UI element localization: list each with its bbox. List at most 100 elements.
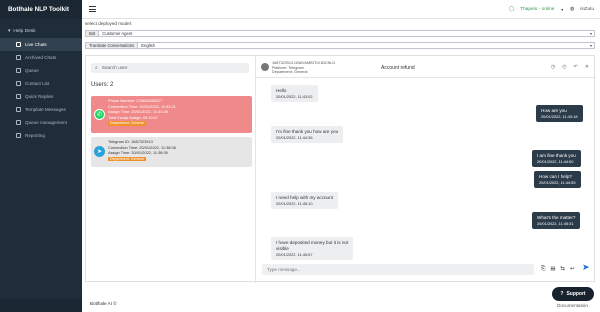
chat-header: 1687323913-GBAYAMBTDV1BCNLG Platform: Te… [256, 56, 596, 78]
user-list-panel: ⌕ Search user Users: 2 ✆ Phone Number: 2… [86, 56, 256, 283]
user-status[interactable]: Thapelo - online [520, 7, 554, 12]
clock-icon[interactable]: ◷ [551, 64, 555, 70]
search-icon: ⌕ [95, 66, 98, 71]
deployed-model-label: select deployed model: [85, 21, 132, 26]
reply-icon [16, 94, 21, 99]
sidebar-item-label: Template Messages [25, 107, 66, 112]
chat-actions: ◷ ◴ ↶ ✕ [551, 64, 589, 70]
message-incoming: I'm fine thank you how are you 20/01/202… [271, 126, 344, 143]
user-card[interactable]: ✆ Phone Number: 278620089227 Connection … [91, 96, 252, 133]
bot-select-value: Customer Agent [102, 31, 133, 36]
search-placeholder: Search user [101, 65, 128, 71]
message-outgoing: I am fine thank you 20/01/2022, 11:44:50 [532, 150, 581, 167]
sidebar-item-archived-chats[interactable]: Archived Chats [0, 51, 82, 64]
message-time: 20/01/2022, 11:45:31 [537, 221, 574, 226]
user-icon: ◯ [508, 7, 515, 12]
telegram-icon: ➤ [94, 146, 105, 157]
timer-icon[interactable]: ◴ [562, 64, 566, 70]
footer-text: Botlhale AI © [90, 301, 117, 306]
chevron-down-icon: ▼ [589, 43, 593, 48]
message-incoming: Hello 20/01/2022, 11:43:02 [271, 85, 318, 102]
message-outgoing: What's the matter? 20/01/2022, 11:45:31 [532, 212, 581, 229]
card-assign-time: Assign Time: 20/01/2022, 11:38:39 [108, 150, 168, 156]
app-title: Botlhale NLP Toolkit [0, 0, 82, 19]
language-selector[interactable]: isiZulu [580, 7, 594, 12]
message-time: 20/01/2022, 11:45:10 [276, 201, 313, 206]
attachment-icon[interactable]: ⎘ [541, 266, 545, 273]
report-icon [16, 133, 21, 138]
user-card[interactable]: ➤ Telegram ID: 1687323913 Connection Tim… [91, 137, 252, 167]
sidebar-footer [0, 298, 82, 312]
card-total-time: Total Escap Assign: 00:10:07 [108, 114, 158, 120]
help-icon: ? [560, 291, 564, 297]
menu-icon[interactable] [89, 6, 96, 12]
sidebar-section-label: Help Desk [13, 29, 36, 34]
message-input[interactable]: Type message... [262, 264, 534, 275]
transfer-icon[interactable]: ⇆ [560, 266, 565, 273]
sidebar-item-label: Quick Replies [25, 94, 54, 99]
sidebar-item-queue-management[interactable]: Queue management [0, 116, 82, 129]
sidebar-item-label: Queue [25, 68, 39, 73]
whatsapp-icon: ✆ [94, 109, 105, 120]
sidebar-item-quick-replies[interactable]: Quick Replies [0, 90, 82, 103]
sidebar-section-help-desk[interactable]: ▾ Help Desk [0, 19, 82, 34]
chevron-down-icon[interactable]: ▼ [560, 8, 563, 12]
search-input[interactable]: ⌕ Search user [91, 63, 249, 73]
chat-info: 1687323913-GBAYAMBTDV1BCNLG Platform: Te… [272, 61, 335, 75]
avatar [261, 63, 269, 71]
bot-select[interactable]: Bot Customer Agent ▼ [85, 30, 595, 37]
archive-icon [16, 55, 21, 60]
send-icon[interactable]: ➤ [582, 262, 590, 273]
sidebar: Botlhale NLP Toolkit ▾ Help Desk Live Ch… [0, 0, 82, 312]
translate-select-prefix: Translate Conversations [86, 43, 139, 48]
message-time: 20/01/2022, 11:44:50 [537, 159, 574, 164]
contacts-icon [16, 81, 21, 86]
chat-department: Department: General [272, 70, 308, 75]
sidebar-item-template-messages[interactable]: Template Messages [0, 103, 82, 116]
chevron-down-icon: ▼ [589, 31, 593, 36]
sidebar-item-label: Contact List [25, 81, 50, 86]
bot-select-prefix: Bot [86, 31, 100, 36]
chat-panel: ⌕ Search user Users: 2 ✆ Phone Number: 2… [85, 55, 596, 283]
composer-actions: ⎘ ▤ ⇆ ↩ [541, 266, 574, 273]
message-time: 20/01/2022, 11:43:02 [276, 94, 313, 99]
translate-select[interactable]: Translate Conversations English ▼ [85, 42, 595, 49]
close-icon[interactable]: ✕ [585, 64, 589, 70]
sidebar-item-label: Archived Chats [25, 55, 57, 60]
sidebar-item-contact-list[interactable]: Contact List [0, 77, 82, 90]
message-placeholder: Type message... [267, 267, 301, 272]
message-time: 20/01/2022, 11:44:55 [539, 180, 576, 185]
support-button[interactable]: ? Support [552, 287, 594, 301]
message-outgoing: How are you 20/01/2022, 11:43:18 [536, 105, 583, 122]
chat-icon [16, 42, 21, 47]
sidebar-item-reporting[interactable]: Reporting [0, 129, 82, 142]
message-time: 20/01/2022, 11:44:36 [276, 135, 313, 140]
translate-select-value: English [141, 43, 155, 48]
chat-title: Account refund [381, 65, 415, 71]
documentation-link[interactable]: Documentation [557, 303, 588, 308]
message-time: 20/01/2022, 11:45:57 [276, 252, 313, 257]
top-bar: ◯ Thapelo - online ▼ ◍ isiZulu [82, 0, 600, 19]
settings-icon [16, 120, 21, 125]
sidebar-item-label: Queue management [25, 120, 67, 125]
message-incoming: I need help with my account 20/01/2022, … [271, 192, 338, 209]
sidebar-item-label: Reporting [25, 133, 45, 138]
document-icon[interactable]: ▤ [550, 266, 555, 273]
reply-icon[interactable]: ↩ [570, 266, 575, 273]
user-area: ◯ Thapelo - online ▼ ◍ isiZulu [509, 0, 594, 19]
support-label: Support [566, 291, 586, 297]
message-list: Hello 20/01/2022, 11:43:02 How are you 2… [256, 78, 596, 263]
template-icon [16, 107, 21, 112]
globe-icon: ◍ [569, 7, 575, 12]
sidebar-item-queue[interactable]: Queue [0, 64, 82, 77]
queue-icon [16, 68, 21, 73]
message-outgoing: How can I help? 20/01/2022, 11:44:55 [534, 171, 581, 188]
message-time: 20/01/2022, 11:43:18 [541, 114, 578, 119]
transfer-icon[interactable]: ↶ [574, 64, 578, 70]
department-badge: Department: General [108, 156, 146, 162]
sidebar-item-live-chats[interactable]: Live Chats [0, 38, 82, 51]
chevron-down-icon: ▾ [8, 29, 11, 34]
chat-id: 1687323913-GBAYAMBTDV1BCNLG [272, 61, 336, 65]
users-count: Users: 2 [91, 82, 114, 88]
message-incoming: I have deposited money but it is not vis… [271, 237, 354, 260]
